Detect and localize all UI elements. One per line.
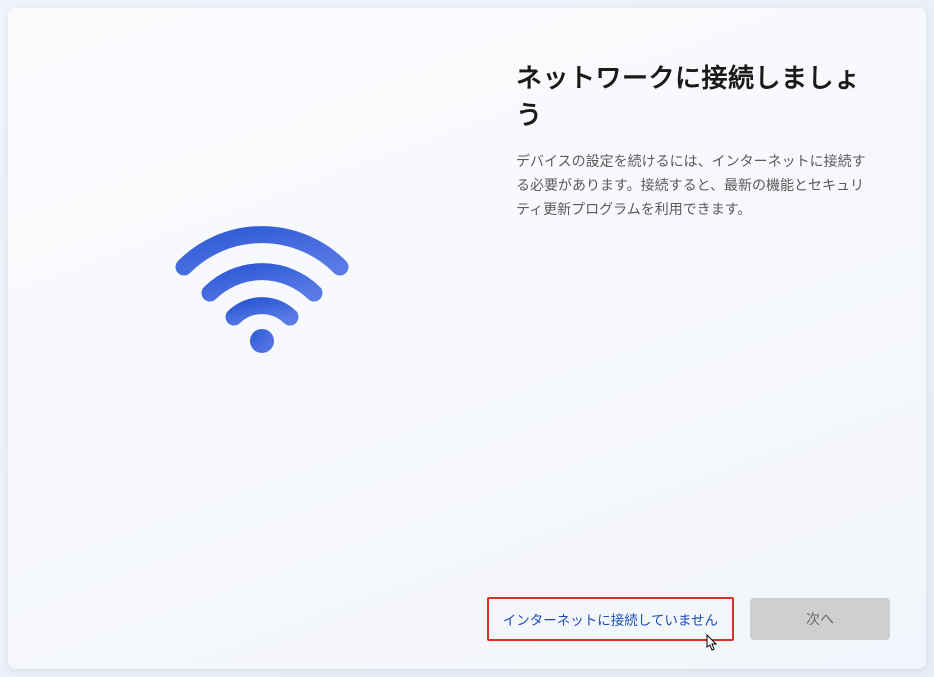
content-area: ネットワークに接続しましょう デバイスの設定を続けるには、インターネットに接続す…	[8, 8, 926, 589]
setup-window: ネットワークに接続しましょう デバイスの設定を続けるには、インターネットに接続す…	[8, 8, 926, 669]
footer-bar: インターネットに接続していません 次へ	[8, 589, 926, 669]
page-title: ネットワークに接続しましょう	[516, 58, 876, 132]
text-pane: ネットワークに接続しましょう デバイスの設定を続けるには、インターネットに接続す…	[516, 8, 926, 589]
wifi-icon	[172, 219, 352, 359]
page-description: デバイスの設定を続けるには、インターネットに接続する必要があります。接続すると、…	[516, 150, 876, 221]
illustration-pane	[8, 8, 516, 589]
next-button[interactable]: 次へ	[750, 598, 890, 640]
no-internet-button[interactable]: インターネットに接続していません	[487, 597, 734, 641]
